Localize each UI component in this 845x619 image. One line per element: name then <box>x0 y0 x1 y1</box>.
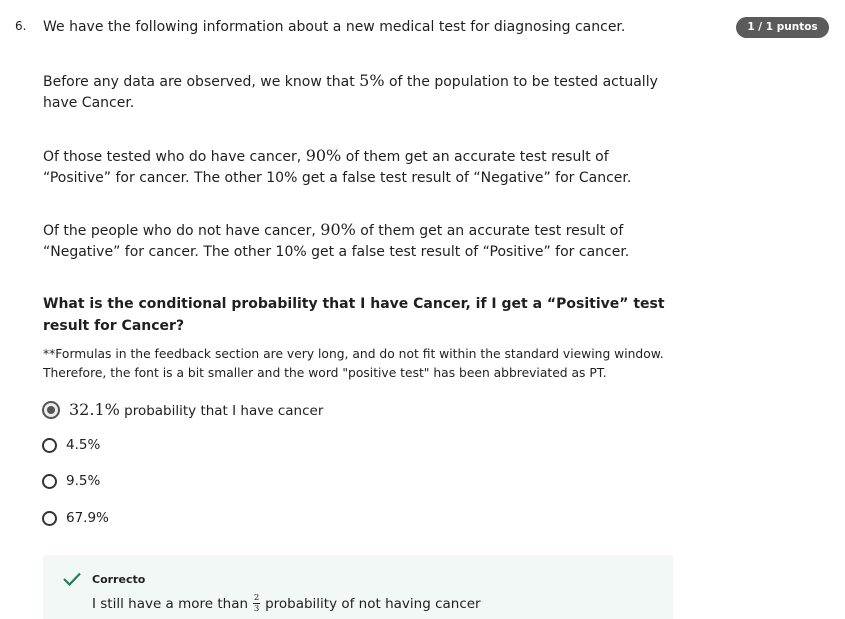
feedback-panel: Correcto I still have a more than 2 3 pr… <box>43 555 673 619</box>
fraction: 2 3 <box>253 593 261 614</box>
radio-selected-dot <box>47 405 55 414</box>
option-4-label: 67.9% <box>66 510 109 526</box>
option-1[interactable]: 32.1% probability that I have cancer <box>42 400 323 419</box>
question-intro: We have the following information about … <box>43 19 626 35</box>
option-2-label: 4.5% <box>66 437 101 453</box>
paragraph-specificity-before: Of the people who do not have cancer, <box>43 223 321 239</box>
feedback-text-before: I still have a more than <box>92 595 249 612</box>
score-badge: 1 / 1 puntos <box>736 17 829 38</box>
option-1-radio[interactable] <box>42 400 60 419</box>
paragraph-specificity-math: 90% <box>320 220 356 239</box>
feedback-status: Correcto <box>92 573 146 586</box>
option-3[interactable]: 9.5% <box>42 473 100 489</box>
option-4[interactable]: 67.9% <box>42 510 109 526</box>
fraction-numerator: 2 <box>253 593 260 603</box>
option-1-label: 32.1% probability that I have cancer <box>69 400 323 419</box>
question-note: **Formulas in the feedback section are v… <box>43 347 664 380</box>
paragraph-sensitivity-before: Of those tested who do have cancer, <box>43 149 306 165</box>
fraction-denominator: 3 <box>253 604 260 614</box>
paragraph-prior-before: Before any data are observed, we know th… <box>43 74 360 90</box>
option-2-radio[interactable] <box>42 437 57 453</box>
paragraph-specificity: Of the people who do not have cancer, 90… <box>43 219 673 263</box>
option-3-radio[interactable] <box>42 473 57 489</box>
paragraph-sensitivity-math: 90% <box>305 146 342 165</box>
option-2[interactable]: 4.5% <box>42 437 100 453</box>
checkmark-icon <box>63 572 81 587</box>
option-1-math: 32.1% <box>69 400 120 419</box>
paragraph-prior-math: 5% <box>359 71 385 90</box>
feedback-text-after: probability of not having cancer <box>265 595 481 612</box>
paragraph-prior: Before any data are observed, we know th… <box>43 70 673 114</box>
question-prompt: What is the conditional probability that… <box>43 296 665 334</box>
option-3-label: 9.5% <box>66 473 101 489</box>
feedback-text: I still have a more than 2 3 probability… <box>92 593 481 614</box>
option-1-text: probability that I have cancer <box>119 403 324 419</box>
option-4-radio[interactable] <box>42 510 57 526</box>
question-number: 6. <box>15 19 27 33</box>
paragraph-sensitivity: Of those tested who do have cancer, 90% … <box>43 145 673 189</box>
